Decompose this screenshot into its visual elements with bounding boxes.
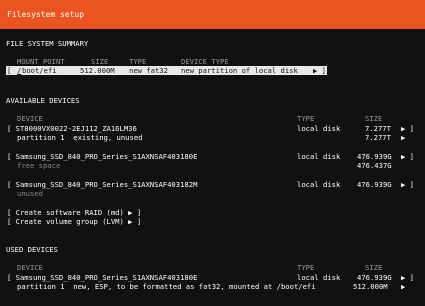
- summary-row-device-type: new partition of local disk: [181, 66, 298, 75]
- used-column-device: DEVICE: [17, 263, 43, 272]
- summary-row-type: new fat32: [129, 66, 168, 75]
- summary-row-arrow-icon: ▶ ]: [313, 66, 326, 75]
- used-column-type: TYPE: [297, 263, 315, 272]
- summary-row-size: 512.000M: [80, 66, 115, 75]
- device-st8000-type: local disk: [297, 124, 341, 133]
- available-column-device: DEVICE: [17, 114, 43, 123]
- device-st8000-partition-1[interactable]: partition 1 existing, unused: [17, 133, 143, 143]
- available-column-type: TYPE: [297, 114, 315, 123]
- device-samsung-180e-type: local disk: [297, 152, 341, 161]
- summary-row-open-bracket: [: [7, 66, 12, 75]
- device-samsung-180e-free-space-size: 476.437G: [357, 161, 392, 170]
- device-st8000-partition-1-size: 7.277T: [365, 133, 391, 142]
- device-samsung-180e-free-space: free space: [17, 161, 61, 170]
- available-column-size: SIZE: [365, 114, 383, 123]
- device-samsung-182m-arrow-icon[interactable]: ▶ ]: [401, 180, 414, 190]
- summary-row-mount: boot/efi: [22, 66, 57, 75]
- device-samsung-182m-type: local disk: [297, 180, 341, 189]
- title-bar: Filesystem setup: [0, 0, 425, 29]
- device-samsung-182m-size: 476.939G: [357, 180, 392, 189]
- used-device-partition-1-arrow-icon[interactable]: ▶: [401, 282, 405, 292]
- device-samsung-180e-arrow-icon[interactable]: ▶ ]: [401, 152, 414, 162]
- summary-heading: FILE SYSTEM SUMMARY: [6, 39, 89, 48]
- summary-row-mount-cursor: /: [17, 66, 22, 75]
- used-device-partition-1[interactable]: partition 1 new, ESP, to be formatted as…: [17, 282, 316, 292]
- device-st8000-partition-1-arrow-icon[interactable]: ▶: [401, 133, 405, 143]
- used-column-size: SIZE: [365, 263, 383, 272]
- used-device-partition-1-size: 512.000M: [353, 282, 388, 291]
- device-samsung-182m-unused: unused: [17, 189, 43, 198]
- available-heading: AVAILABLE DEVICES: [6, 96, 80, 105]
- create-volume-group-button[interactable]: [ Create volume group (LVM) ▶ ]: [7, 217, 141, 227]
- used-heading: USED DEVICES: [6, 245, 58, 254]
- window-title: Filesystem setup: [7, 10, 85, 19]
